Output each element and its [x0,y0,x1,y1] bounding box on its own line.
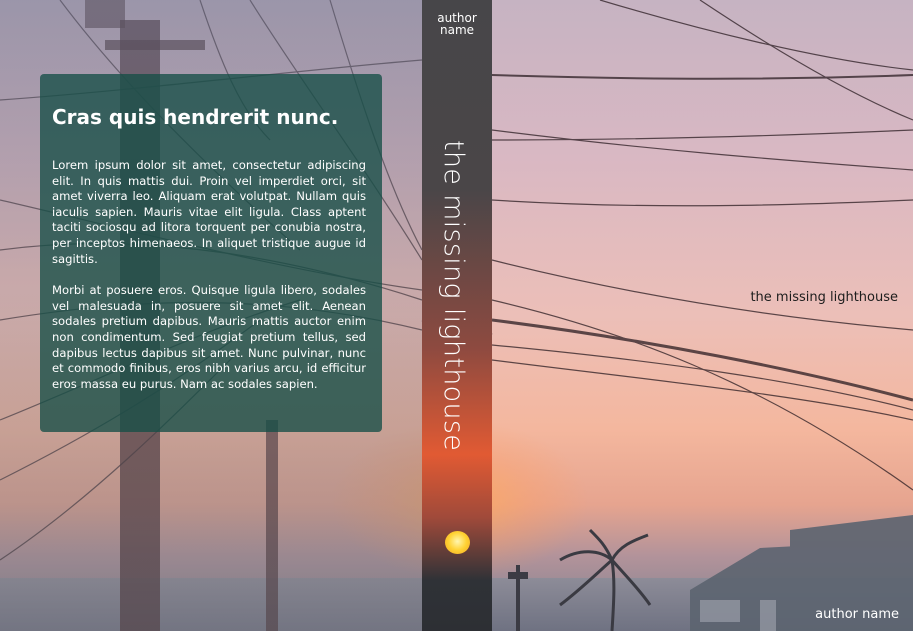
back-cover-heading: Cras quis hendrerit nunc. [52,105,339,129]
sun [445,531,470,554]
sign-post [508,565,528,631]
front-cover-author: author name [815,607,899,622]
book-cover: author name the missing lighthouse Cras … [0,0,913,631]
spine-author: author name [422,12,492,36]
spine-author-line2: name [439,23,475,37]
palm-tree [559,528,652,631]
front-cover-title: the missing lighthouse [750,290,898,305]
spine-title: the missing lighthouse [438,140,469,452]
blurb-paragraph-1: Lorem ipsum dolor sit amet, consectetur … [52,158,366,266]
back-cover-blurb: Lorem ipsum dolor sit amet, consectetur … [52,158,366,408]
blurb-paragraph-2: Morbi at posuere eros. Quisque ligula li… [52,283,366,391]
